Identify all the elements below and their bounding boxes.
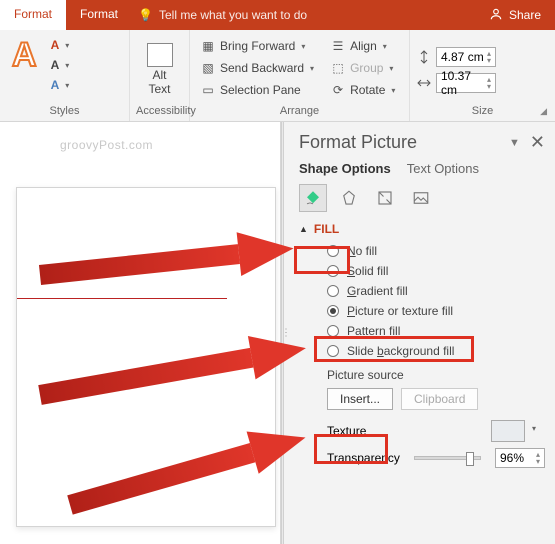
fill-section-label: Fill — [314, 222, 339, 236]
fill-section-header[interactable]: ▲ Fill — [299, 222, 545, 236]
group-btn-label: Group — [350, 61, 383, 75]
align-label: Align — [350, 39, 377, 53]
lightbulb-icon: 💡 — [138, 8, 153, 22]
height-icon — [416, 49, 432, 65]
wordart-style-gallery[interactable]: A — [6, 34, 43, 72]
rotate-icon: ⟳ — [330, 82, 346, 98]
fill-line-icon[interactable] — [299, 184, 327, 212]
slider-thumb-icon[interactable] — [466, 452, 474, 466]
send-backward-button[interactable]: ▧ Send Backward — [196, 58, 318, 78]
text-fill-button[interactable]: A — [47, 36, 74, 54]
tell-me-search[interactable]: 💡 Tell me what you want to do — [138, 0, 307, 30]
insert-button[interactable]: Insert... — [327, 388, 393, 410]
align-icon: ☰ — [330, 38, 346, 54]
tab-format[interactable]: Format — [66, 0, 132, 30]
transparency-slider[interactable] — [414, 456, 481, 460]
transparency-label: Transparency — [327, 451, 400, 465]
radio-solid-fill[interactable]: Solid fill — [327, 264, 545, 278]
width-icon — [416, 75, 432, 91]
dialog-launcher-icon[interactable]: ◢ — [540, 106, 547, 117]
slide-thumbnail[interactable] — [16, 187, 276, 527]
tab-format-active[interactable]: Format — [0, 0, 66, 30]
tab-shape-options[interactable]: Shape Options — [299, 161, 391, 176]
alt-text-icon — [147, 43, 173, 67]
pane-menu-button[interactable]: ▼ — [509, 137, 520, 149]
radio-no-fill-rest: o fill — [356, 244, 377, 258]
picture-source-label: Picture source — [327, 368, 545, 382]
pane-title-text: Format Picture — [299, 132, 417, 153]
watermark-text: groovyPost.com — [0, 122, 280, 152]
align-button[interactable]: ☰ Align — [326, 36, 399, 56]
send-backward-icon: ▧ — [200, 60, 216, 76]
shape-line — [17, 298, 227, 299]
text-outline-button[interactable]: A — [47, 56, 74, 74]
send-backward-label: Send Backward — [220, 61, 304, 75]
rotate-button[interactable]: ⟳ Rotate — [326, 80, 399, 100]
group-label-size: Size ◢ — [416, 105, 549, 119]
share-button[interactable]: Share — [489, 0, 555, 30]
size-properties-icon[interactable] — [371, 184, 399, 212]
collapse-icon: ▲ — [299, 224, 308, 234]
spinner-icon[interactable]: ▴▾ — [487, 50, 491, 64]
texture-label: Texture — [327, 424, 366, 438]
selection-pane-label: Selection Pane — [220, 83, 301, 97]
picture-icon[interactable] — [407, 184, 435, 212]
text-fill-icon: A — [51, 38, 60, 52]
bring-forward-label: Bring Forward — [220, 39, 295, 53]
group-label-styles: Styles — [6, 105, 123, 119]
format-picture-pane: ⋮ Format Picture ▼ ✕ Shape Options Text … — [280, 122, 555, 544]
document-area: groovyPost.com — [0, 122, 280, 544]
text-effects-icon: A — [51, 78, 60, 92]
spinner-icon[interactable]: ▴▾ — [487, 76, 491, 90]
tab-text-options[interactable]: Text Options — [407, 161, 479, 176]
selection-pane-button[interactable]: ▭ Selection Pane — [196, 80, 318, 100]
group-label-arrange: Arrange — [196, 105, 403, 119]
radio-no-fill[interactable]: No fill — [327, 244, 545, 258]
group-icon: ⬚ — [330, 60, 346, 76]
spinner-icon[interactable]: ▴▾ — [536, 451, 540, 465]
transparency-value: 96% — [500, 451, 524, 465]
radio-slide-bg-fill[interactable]: Slide background fill — [327, 344, 545, 358]
hotkey: N — [347, 244, 356, 258]
group-label-accessibility: Accessibility — [136, 105, 183, 119]
text-outline-icon: A — [51, 58, 60, 72]
transparency-input[interactable]: 96% ▴▾ — [495, 448, 545, 468]
bring-forward-icon: ▦ — [200, 38, 216, 54]
group-button[interactable]: ⬚ Group — [326, 58, 399, 78]
share-label: Share — [509, 8, 541, 22]
selection-pane-icon: ▭ — [200, 82, 216, 98]
bring-forward-button[interactable]: ▦ Bring Forward — [196, 36, 318, 56]
width-value: 10.37 cm — [441, 69, 487, 97]
height-value: 4.87 cm — [441, 50, 484, 64]
radio-gradient-fill[interactable]: Gradient fill — [327, 284, 545, 298]
width-input[interactable]: 10.37 cm ▴▾ — [436, 73, 496, 93]
effects-icon[interactable] — [335, 184, 363, 212]
rotate-label: Rotate — [350, 83, 385, 97]
ribbon-body: A A A A Styles Alt Text Accessibility — [0, 30, 555, 122]
ribbon-tab-bar: Format Format 💡 Tell me what you want to… — [0, 0, 555, 30]
texture-picker[interactable] — [491, 420, 525, 442]
close-icon[interactable]: ✕ — [520, 132, 545, 153]
clipboard-button: Clipboard — [401, 388, 478, 410]
pane-resize-handle[interactable]: ⋮ — [281, 122, 284, 544]
radio-pattern-fill[interactable]: Pattern fill — [327, 324, 545, 338]
height-input[interactable]: 4.87 cm ▴▾ — [436, 47, 496, 67]
radio-picture-fill[interactable]: Picture or texture fill — [327, 304, 545, 318]
text-effects-button[interactable]: A — [47, 76, 74, 94]
alt-text-button[interactable]: Alt Text — [148, 69, 170, 95]
share-icon — [489, 7, 503, 24]
tell-me-label: Tell me what you want to do — [159, 8, 307, 22]
